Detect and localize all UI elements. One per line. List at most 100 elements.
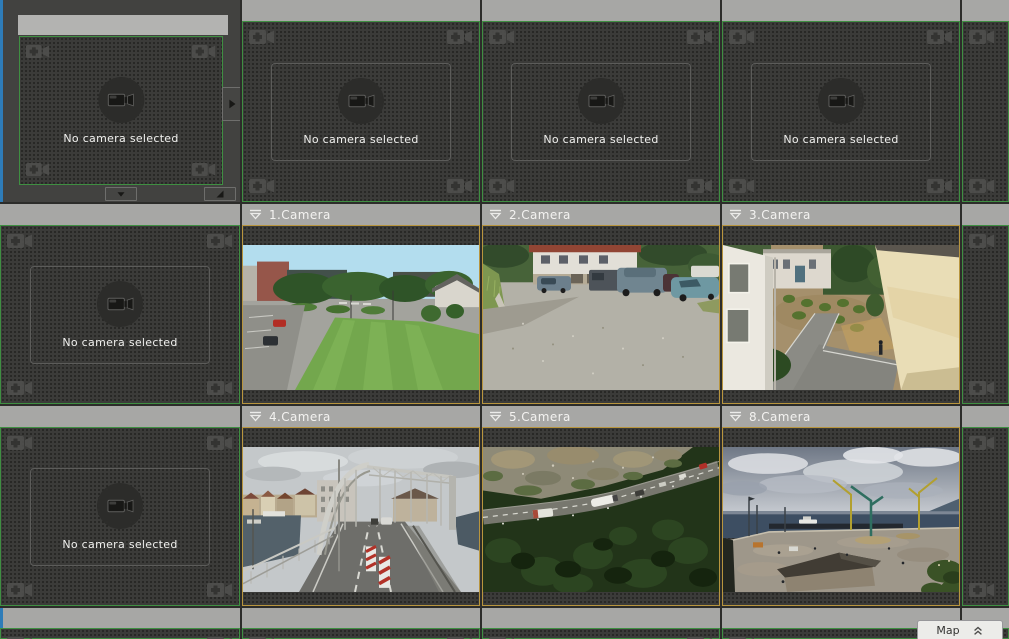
camera-view-1[interactable]	[242, 225, 480, 404]
camera-menu-icon[interactable]	[729, 411, 742, 422]
add-camera-icon[interactable]	[926, 27, 954, 47]
add-camera-icon[interactable]	[926, 176, 954, 196]
add-camera-icon[interactable]	[968, 176, 996, 196]
empty-tile[interactable]	[962, 427, 1009, 606]
add-camera-icon[interactable]	[968, 231, 996, 251]
camera-view-5[interactable]	[482, 427, 720, 606]
add-camera-icon[interactable]	[248, 176, 276, 196]
add-camera-icon[interactable]	[6, 580, 34, 600]
camera-tile-header[interactable]: 1.Camera	[242, 204, 480, 225]
add-camera-icon[interactable]	[686, 27, 714, 47]
add-camera-icon[interactable]	[446, 27, 474, 47]
tile-header[interactable]	[0, 204, 240, 225]
expand-right-button[interactable]	[222, 87, 240, 121]
expand-down-button[interactable]	[105, 187, 137, 201]
camera-menu-icon[interactable]	[249, 209, 262, 220]
add-camera-icon[interactable]	[968, 378, 996, 398]
camera-menu-icon[interactable]	[489, 411, 502, 422]
grid-cell-camera-5[interactable]: 5.Camera	[482, 406, 720, 606]
camera-tile-header[interactable]: 2.Camera	[482, 204, 720, 225]
tile-header[interactable]	[482, 0, 720, 21]
add-camera-icon[interactable]	[968, 580, 996, 600]
add-camera-icon[interactable]	[968, 433, 996, 453]
grid-cell[interactable]: No camera selected	[0, 406, 240, 606]
grid-cell-clipped[interactable]	[0, 608, 240, 639]
add-camera-icon[interactable]	[206, 231, 234, 251]
add-camera-icon[interactable]	[728, 27, 756, 47]
camera-menu-icon[interactable]	[489, 209, 502, 220]
empty-tile[interactable]: No camera selected	[0, 427, 240, 606]
tile-header[interactable]	[0, 608, 240, 628]
grid-cell-camera-1[interactable]: 1.Camera	[242, 204, 480, 404]
add-camera-icon[interactable]	[488, 634, 516, 639]
empty-tile[interactable]: No camera selected	[19, 36, 223, 185]
grid-cell-clipped[interactable]	[242, 608, 480, 639]
tile-header[interactable]	[0, 406, 240, 427]
grid-cell-camera-4[interactable]: 4.Camera	[242, 406, 480, 606]
empty-tile[interactable]: No camera selected	[722, 21, 960, 202]
add-camera-icon[interactable]	[206, 433, 234, 453]
grid-cell-partial[interactable]	[962, 0, 1009, 202]
empty-tile[interactable]	[962, 225, 1009, 404]
grid-cell[interactable]: No camera selected	[722, 0, 960, 202]
empty-tile[interactable]: No camera selected	[0, 225, 240, 404]
add-camera-icon[interactable]	[728, 634, 756, 639]
empty-tile[interactable]: No camera selected	[242, 21, 480, 202]
add-camera-icon[interactable]	[206, 378, 234, 398]
add-camera-icon[interactable]	[25, 160, 51, 179]
add-camera-icon[interactable]	[6, 433, 34, 453]
empty-tile[interactable]	[0, 628, 240, 639]
add-camera-icon[interactable]	[206, 580, 234, 600]
add-camera-icon[interactable]	[686, 634, 714, 639]
empty-tile[interactable]: No camera selected	[482, 21, 720, 202]
camera-tile-header[interactable]: 4.Camera	[242, 406, 480, 427]
tile-header[interactable]	[18, 15, 228, 35]
camera-view-2[interactable]	[482, 225, 720, 404]
add-camera-icon[interactable]	[446, 176, 474, 196]
add-camera-icon[interactable]	[728, 176, 756, 196]
add-camera-icon[interactable]	[488, 27, 516, 47]
grid-cell-selected[interactable]: No camera selected	[0, 0, 240, 202]
grid-cell-camera-8[interactable]: 8.Camera	[722, 406, 960, 606]
tile-header[interactable]	[722, 0, 960, 21]
grid-cell[interactable]: No camera selected	[482, 0, 720, 202]
add-camera-icon[interactable]	[6, 634, 34, 639]
tile-header[interactable]	[482, 608, 720, 628]
expand-diagonal-button[interactable]	[204, 187, 236, 201]
add-camera-icon[interactable]	[6, 378, 34, 398]
camera-view-3[interactable]	[722, 225, 960, 404]
grid-cell-partial[interactable]	[962, 204, 1009, 404]
camera-menu-icon[interactable]	[249, 411, 262, 422]
add-camera-icon[interactable]	[686, 176, 714, 196]
add-camera-icon[interactable]	[446, 634, 474, 639]
tile-header[interactable]	[962, 204, 1009, 225]
camera-tile-header[interactable]: 3.Camera	[722, 204, 960, 225]
grid-cell-partial[interactable]	[962, 406, 1009, 606]
tile-header[interactable]	[242, 0, 480, 21]
grid-cell-camera-2[interactable]: 2.Camera	[482, 204, 720, 404]
grid-cell-camera-3[interactable]: 3.Camera	[722, 204, 960, 404]
add-camera-icon[interactable]	[968, 27, 996, 47]
camera-view-8[interactable]	[722, 427, 960, 606]
add-camera-icon[interactable]	[191, 160, 217, 179]
camera-tile-header[interactable]: 5.Camera	[482, 406, 720, 427]
grid-cell[interactable]: No camera selected	[0, 204, 240, 404]
tile-header[interactable]	[962, 0, 1009, 21]
tile-header[interactable]	[962, 406, 1009, 427]
grid-cell[interactable]: No camera selected	[242, 0, 480, 202]
empty-tile[interactable]	[482, 628, 720, 639]
add-camera-icon[interactable]	[248, 634, 276, 639]
empty-tile[interactable]	[242, 628, 480, 639]
add-camera-icon[interactable]	[25, 42, 51, 61]
tile-header[interactable]	[242, 608, 480, 628]
camera-tile-header[interactable]: 8.Camera	[722, 406, 960, 427]
add-camera-icon[interactable]	[6, 231, 34, 251]
add-camera-icon[interactable]	[248, 27, 276, 47]
camera-menu-icon[interactable]	[729, 209, 742, 220]
grid-cell-clipped[interactable]	[482, 608, 720, 639]
add-camera-icon[interactable]	[206, 634, 234, 639]
add-camera-icon[interactable]	[191, 42, 217, 61]
map-panel-button[interactable]: Map	[917, 620, 1003, 639]
camera-view-4[interactable]	[242, 427, 480, 606]
add-camera-icon[interactable]	[488, 176, 516, 196]
